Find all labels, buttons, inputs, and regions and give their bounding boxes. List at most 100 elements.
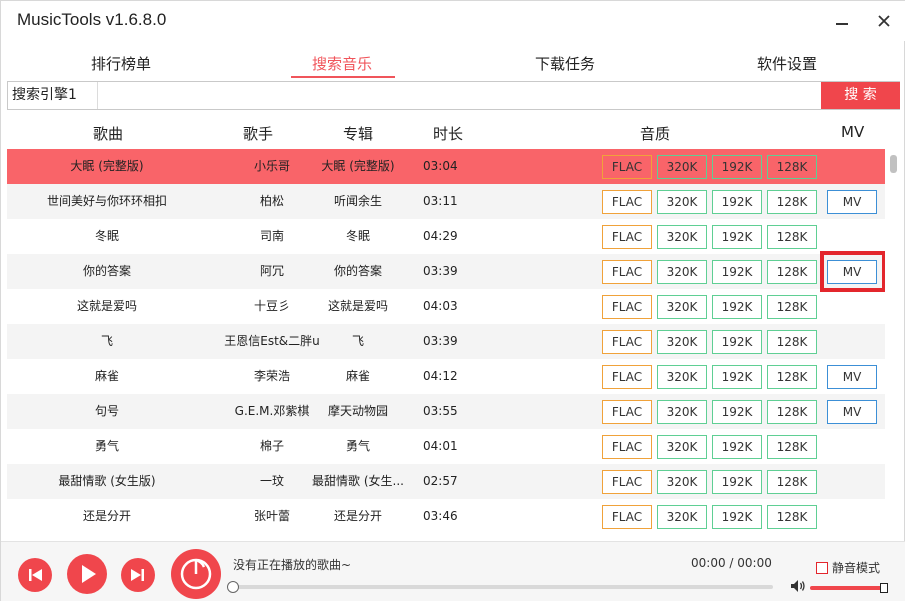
quality-320k-button[interactable]: 320K bbox=[657, 225, 707, 249]
music-note-icon bbox=[180, 558, 212, 590]
table-row[interactable]: 世间美好与你环环相扣 柏松 听闻余生 03:11 FLAC 320K 192K 128K MV bbox=[7, 184, 885, 219]
minimize-button[interactable] bbox=[831, 9, 855, 33]
tab-search-music[interactable]: 搜索音乐 bbox=[312, 53, 372, 74]
table-row[interactable]: 最甜情歌 (女生版) 一玟 最甜情歌 (女生... 02:57 FLAC 320K 192K… bbox=[7, 464, 885, 499]
album-name: 听闻余生 bbox=[333, 194, 382, 208]
volume-icon[interactable] bbox=[790, 579, 806, 593]
mv-button[interactable]: MV bbox=[827, 260, 877, 284]
album-name: 飞 bbox=[351, 334, 364, 348]
quality-192k-button[interactable]: 192K bbox=[712, 505, 762, 529]
quality-128k-button[interactable]: 128K bbox=[767, 225, 817, 249]
quality-192k-button[interactable]: 192K bbox=[712, 155, 762, 179]
previous-icon bbox=[29, 569, 42, 581]
quality-320k-button[interactable]: 320K bbox=[657, 470, 707, 494]
quality-128k-button[interactable]: 128K bbox=[767, 470, 817, 494]
volume-slider[interactable] bbox=[810, 586, 882, 590]
quality-320k-button[interactable]: 320K bbox=[657, 330, 707, 354]
album-name: 冬眠 bbox=[345, 229, 370, 243]
tab-settings[interactable]: 软件设置 bbox=[757, 53, 817, 74]
mute-checkbox-box[interactable] bbox=[816, 562, 828, 574]
table-row[interactable]: 你的答案 阿冗 你的答案 03:39 FLAC 320K 192K 128K MV bbox=[7, 251, 885, 292]
mv-button[interactable]: MV bbox=[827, 400, 877, 424]
flac-button[interactable]: FLAC bbox=[602, 225, 652, 249]
flac-button[interactable]: FLAC bbox=[602, 470, 652, 494]
flac-button[interactable]: FLAC bbox=[602, 400, 652, 424]
quality-128k-button[interactable]: 128K bbox=[767, 260, 817, 284]
quality-192k-button[interactable]: 192K bbox=[712, 295, 762, 319]
flac-button[interactable]: FLAC bbox=[602, 155, 652, 179]
quality-192k-button[interactable]: 192K bbox=[712, 435, 762, 459]
active-tab-indicator bbox=[291, 76, 395, 78]
tab-charts[interactable]: 排行榜单 bbox=[91, 53, 151, 74]
mv-button[interactable]: MV bbox=[827, 365, 877, 389]
duration: 03:39 bbox=[423, 264, 458, 278]
quality-128k-button[interactable]: 128K bbox=[767, 295, 817, 319]
scrollbar-thumb[interactable] bbox=[890, 155, 897, 173]
quality-128k-button[interactable]: 128K bbox=[767, 155, 817, 179]
quality-192k-button[interactable]: 192K bbox=[712, 225, 762, 249]
minimize-icon bbox=[836, 23, 848, 25]
tab-download-tasks[interactable]: 下载任务 bbox=[535, 53, 595, 74]
results-table: 歌曲 歌手 专辑 时长 音质 MV 大眠 (完整版) 小乐哥 大眠 (完整版) 03:… bbox=[7, 113, 885, 543]
album-name: 还是分开 bbox=[333, 509, 382, 523]
column-album: 专辑 bbox=[343, 125, 374, 143]
quality-128k-button[interactable]: 128K bbox=[767, 505, 817, 529]
quality-320k-button[interactable]: 320K bbox=[657, 435, 707, 459]
flac-button[interactable]: FLAC bbox=[602, 190, 652, 214]
quality-192k-button[interactable]: 192K bbox=[712, 365, 762, 389]
volume-knob[interactable] bbox=[880, 583, 888, 593]
quality-320k-button[interactable]: 320K bbox=[657, 505, 707, 529]
table-row[interactable]: 飞王恩信Est&二胖u 飞 03:39 FLAC 320K 192K 128K bbox=[7, 324, 885, 359]
now-playing-text: 没有正在播放的歌曲~ bbox=[233, 558, 352, 572]
table-row[interactable]: 麻雀 李荣浩 麻雀 04:12 FLAC 320K 192K 128K MV bbox=[7, 359, 885, 394]
close-button[interactable] bbox=[872, 9, 896, 33]
mute-mode-checkbox[interactable]: 静音模式 bbox=[816, 559, 880, 576]
quality-192k-button[interactable]: 192K bbox=[712, 190, 762, 214]
player-bar: 没有正在播放的歌曲~ 00:00 / 00:00 静音模式 bbox=[1, 541, 905, 601]
quality-192k-button[interactable]: 192K bbox=[712, 260, 762, 284]
quality-320k-button[interactable]: 320K bbox=[657, 365, 707, 389]
song-title: 大眠 (完整版) bbox=[70, 159, 144, 173]
table-row[interactable]: 大眠 (完整版) 小乐哥 大眠 (完整版) 03:04 FLAC 320K 192K 128K bbox=[7, 149, 885, 184]
next-button[interactable] bbox=[121, 558, 155, 592]
flac-button[interactable]: FLAC bbox=[602, 365, 652, 389]
quality-128k-button[interactable]: 128K bbox=[767, 400, 817, 424]
flac-button[interactable]: FLAC bbox=[602, 260, 652, 284]
search-button[interactable]: 搜 索 bbox=[821, 82, 900, 109]
quality-320k-button[interactable]: 320K bbox=[657, 400, 707, 424]
table-row[interactable]: 句号 G.E.M.邓紫棋 摩天动物园 03:55 FLAC 320K 192K 128K MV bbox=[7, 394, 885, 429]
table-row[interactable]: 还是分开 张叶蕾 还是分开 03:46 FLAC 320K 192K 128K bbox=[7, 499, 885, 534]
search-engine-select[interactable]: 搜索引擎1 bbox=[8, 82, 98, 109]
quality-128k-button[interactable]: 128K bbox=[767, 330, 817, 354]
table-scrollbar[interactable] bbox=[888, 151, 900, 541]
quality-320k-button[interactable]: 320K bbox=[657, 260, 707, 284]
flac-button[interactable]: FLAC bbox=[602, 330, 652, 354]
quality-128k-button[interactable]: 128K bbox=[767, 190, 817, 214]
album-name: 最甜情歌 (女生... bbox=[312, 474, 404, 488]
search-bar: 搜索引擎1 搜 索 bbox=[7, 81, 900, 110]
mute-label: 静音模式 bbox=[832, 561, 881, 575]
song-title: 飞 bbox=[100, 334, 113, 348]
quality-192k-button[interactable]: 192K bbox=[712, 470, 762, 494]
flac-button[interactable]: FLAC bbox=[602, 435, 652, 459]
mv-button[interactable]: MV bbox=[827, 190, 877, 214]
quality-192k-button[interactable]: 192K bbox=[712, 330, 762, 354]
quality-128k-button[interactable]: 128K bbox=[767, 435, 817, 459]
quality-320k-button[interactable]: 320K bbox=[657, 155, 707, 179]
flac-button[interactable]: FLAC bbox=[602, 295, 652, 319]
table-row[interactable]: 冬眠 司南 冬眠 04:29 FLAC 320K 192K 128K bbox=[7, 219, 885, 254]
progress-knob[interactable] bbox=[227, 581, 239, 593]
table-row[interactable]: 这就是爱吗 十豆彡 这就是爱吗 04:03 FLAC 320K 192K 128K bbox=[7, 289, 885, 324]
progress-bar[interactable] bbox=[227, 581, 773, 593]
quality-192k-button[interactable]: 192K bbox=[712, 400, 762, 424]
flac-button[interactable]: FLAC bbox=[602, 505, 652, 529]
quality-128k-button[interactable]: 128K bbox=[767, 365, 817, 389]
quality-320k-button[interactable]: 320K bbox=[657, 295, 707, 319]
song-title: 冬眠 bbox=[94, 229, 119, 243]
play-button[interactable] bbox=[67, 554, 107, 594]
quality-320k-button[interactable]: 320K bbox=[657, 190, 707, 214]
search-input[interactable] bbox=[99, 82, 820, 109]
table-row[interactable]: 勇气 棉子 勇气 04:01 FLAC 320K 192K 128K bbox=[7, 429, 885, 464]
song-title: 最甜情歌 (女生版) bbox=[58, 474, 156, 488]
previous-button[interactable] bbox=[18, 558, 52, 592]
